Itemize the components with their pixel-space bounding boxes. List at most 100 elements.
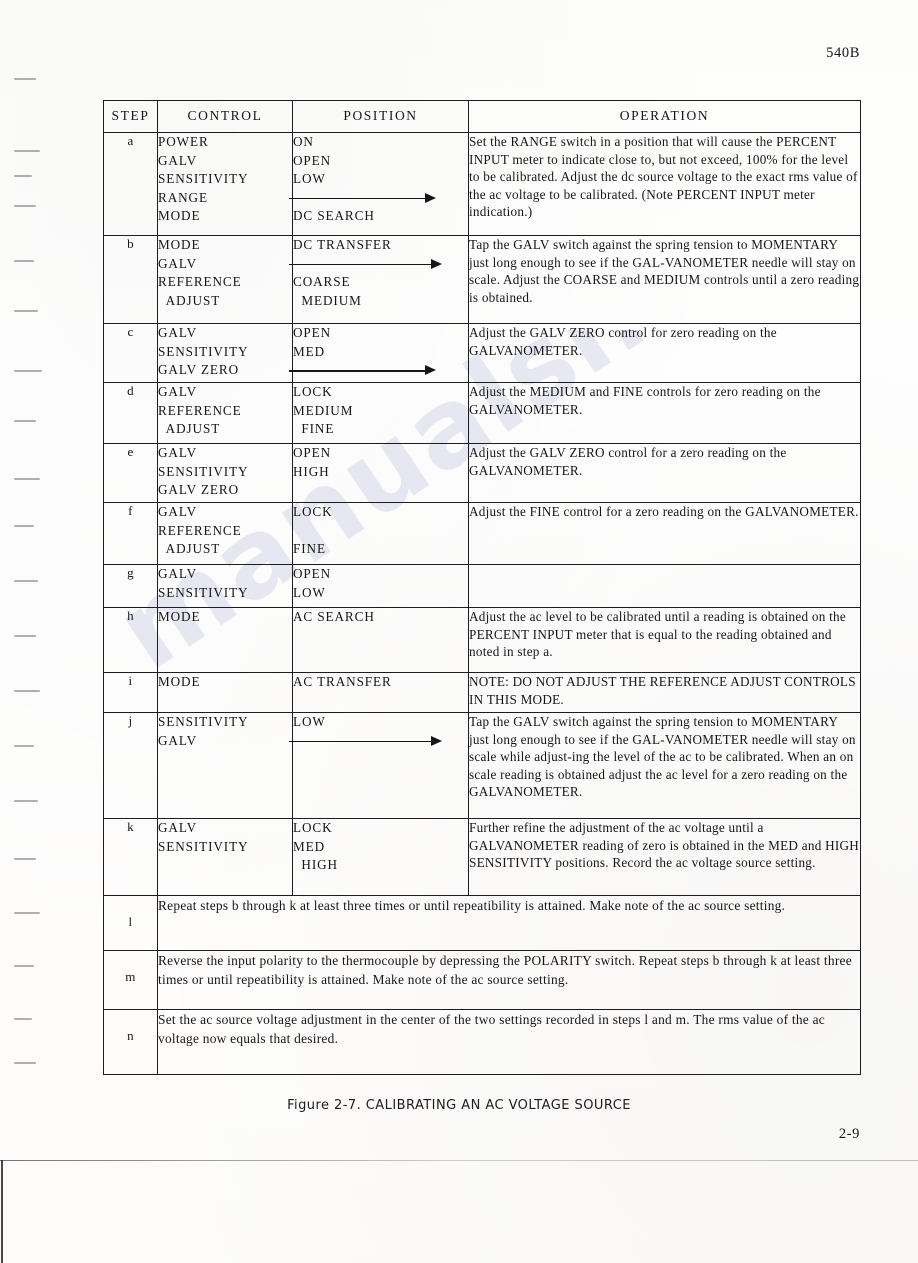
control-line: SENSITIVITY (158, 584, 249, 600)
table-body: a POWER GALV SENSITIVITY RANGE MODE ON OPEN LOW D… (103, 132, 861, 1075)
cell-operation: Tap the GALV switch against the spring t… (468, 712, 861, 819)
position-arrow-icon (289, 361, 468, 380)
column-header-step: STEP (103, 100, 158, 133)
margin-tick (14, 690, 40, 692)
cell-step: e (103, 443, 158, 503)
table-row: a POWER GALV SENSITIVITY RANGE MODE ON OPEN LOW D… (103, 132, 861, 236)
cell-position: OPEN LOW (292, 564, 469, 608)
position-line: LOCK (293, 504, 333, 519)
control-line: GALV (158, 445, 198, 460)
figure-caption: Figure 2-7. CALIBRATING AN AC VOLTAGE SO… (287, 1098, 631, 1113)
control-line: REFERENCE (158, 274, 242, 289)
cell-position: LOCK MEDIUM FINE (292, 382, 469, 444)
margin-tick (14, 1018, 32, 1020)
position-line: DC SEARCH (293, 208, 375, 223)
margin-tick (14, 912, 40, 914)
table-row: h MODE AC SEARCH Adjust the ac level to be … (103, 607, 861, 673)
control-line: MODE (158, 609, 201, 624)
margin-tick (14, 478, 40, 480)
margin-tick (14, 78, 36, 80)
column-header-position: POSITION (292, 100, 469, 133)
position-line: FINE (293, 541, 326, 556)
control-line: GALV ZERO (158, 482, 240, 497)
cell-operation (468, 564, 861, 608)
control-line: RANGE (158, 189, 208, 205)
cell-operation: Adjust the GALV ZERO control for a zero … (468, 443, 861, 503)
cell-control: MODE (157, 672, 293, 713)
margin-tick (14, 635, 36, 637)
cell-operation: Adjust the MEDIUM and FINE controls for … (468, 382, 861, 444)
control-line: GALV (158, 152, 198, 168)
cell-full-width-text: Reverse the input polarity to the thermo… (157, 950, 861, 1010)
position-line: DC TRANSFER (293, 237, 392, 252)
control-line: GALV (158, 255, 198, 271)
cell-step: g (103, 564, 158, 608)
cell-full-width-text: Repeat steps b through k at least three … (157, 895, 861, 951)
position-arrow-icon (289, 255, 468, 274)
cell-step: b (103, 235, 158, 324)
cell-control: MODE GALV REFERENCE ADJUST (157, 235, 293, 324)
margin-scan-ticks (0, 0, 60, 1263)
procedure-table-container: STEP CONTROL POSITION OPERATION a POWER GA… (103, 100, 861, 1075)
control-line: MODE (158, 674, 201, 689)
margin-tick (14, 310, 38, 312)
cell-operation: Set the RANGE switch in a position that … (468, 132, 861, 236)
cell-position: OPEN HIGH (292, 443, 469, 503)
position-line: AC SEARCH (293, 609, 375, 624)
control-line: GALV (158, 504, 198, 519)
control-line: SENSITIVITY (158, 714, 249, 729)
table-header: STEP CONTROL POSITION OPERATION (103, 100, 861, 133)
cell-step: h (103, 607, 158, 673)
cell-position: AC SEARCH (292, 607, 469, 673)
control-line: GALV (158, 820, 198, 835)
cell-step: c (103, 323, 158, 383)
cell-position: AC TRANSFER (292, 672, 469, 713)
control-line: ADJUST (158, 421, 221, 436)
cell-step: j (103, 712, 158, 819)
control-line: REFERENCE (158, 402, 242, 418)
control-line: MODE (158, 237, 201, 252)
table-row: j SENSITIVITY GALV LOW Tap the GALV switch a… (103, 712, 861, 819)
margin-tick (14, 260, 34, 262)
table-row: d GALV REFERENCE ADJUST LOCK MEDIUM FINE Adju… (103, 382, 861, 444)
column-header-operation: OPERATION (468, 100, 861, 133)
cell-operation: Adjust the GALV ZERO control for zero re… (468, 323, 861, 383)
control-line: REFERENCE (158, 522, 242, 538)
control-line: GALV ZERO (158, 362, 240, 377)
position-line: FINE (293, 421, 335, 436)
margin-tick (14, 800, 38, 802)
position-line: MED (293, 838, 326, 854)
position-line: MEDIUM (293, 402, 354, 418)
procedure-table: STEP CONTROL POSITION OPERATION a POWER GA… (103, 100, 861, 1075)
position-line: MED (293, 343, 326, 359)
margin-tick (14, 150, 40, 152)
margin-tick (14, 370, 42, 372)
cell-position: LOCK MED HIGH (292, 818, 469, 896)
margin-tick (14, 525, 34, 527)
control-line: GALV (158, 384, 198, 399)
table-header-row: STEP CONTROL POSITION OPERATION (103, 100, 861, 133)
control-line: SENSITIVITY (158, 463, 249, 479)
document-model-number: 540B (826, 45, 860, 61)
position-line: LOW (293, 584, 326, 600)
cell-position: LOW (289, 712, 469, 819)
cell-control: SENSITIVITY GALV (157, 712, 293, 819)
margin-tick (14, 175, 32, 177)
cell-control: GALV REFERENCE ADJUST (157, 382, 293, 444)
control-line: SENSITIVITY (158, 838, 249, 854)
position-line: HIGH (293, 857, 338, 872)
control-line: POWER (158, 134, 209, 149)
cell-operation: NOTE: DO NOT ADJUST THE REFERENCE ADJUST… (468, 672, 861, 713)
page-number: 2-9 (838, 1126, 860, 1142)
cell-full-width-text: Set the ac source voltage adjustment in … (157, 1009, 861, 1075)
control-line: SENSITIVITY (158, 343, 249, 359)
page-edge-vertical (1, 1160, 3, 1263)
position-line: LOW (293, 714, 326, 729)
position-line: LOCK (293, 384, 333, 399)
table-row: b MODE GALV REFERENCE ADJUST DC TRANSFER COAR… (103, 235, 861, 324)
position-line: AC TRANSFER (293, 674, 392, 689)
position-line: OPEN (293, 152, 332, 168)
page-edge-line (0, 1160, 918, 1161)
control-line: GALV (158, 325, 198, 340)
control-line: MODE (158, 208, 201, 223)
